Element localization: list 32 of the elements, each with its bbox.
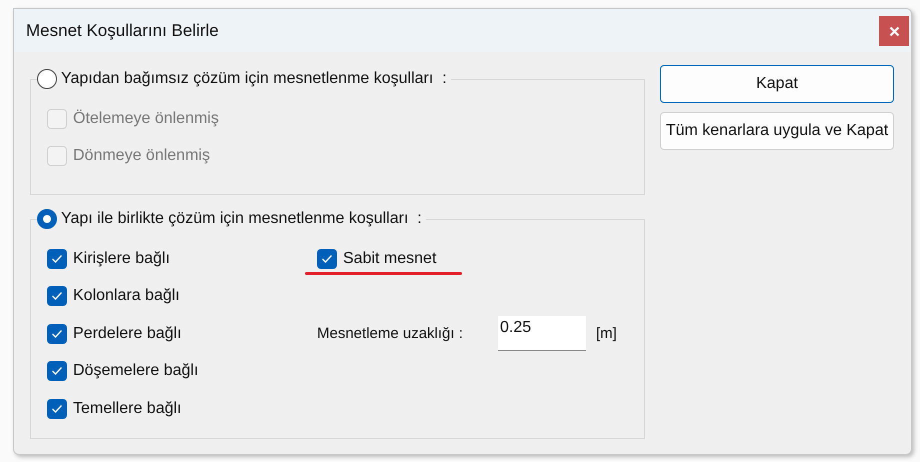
checkbox[interactable] <box>317 248 337 269</box>
window-title: Mesnet Koşullarını Belirle <box>26 20 219 40</box>
radio-button[interactable] <box>37 69 57 89</box>
check-icon <box>51 328 63 339</box>
field-label: Mesnetleme uzaklığı : <box>317 325 464 342</box>
checkbox-label: Dönmeye önlenmiş <box>73 147 210 166</box>
checkbox[interactable] <box>47 286 67 306</box>
check-icon <box>51 254 63 264</box>
checkbox[interactable] <box>47 248 67 269</box>
radio-button[interactable] <box>37 209 57 229</box>
checkbox-label: Kirişlere bağlı <box>73 250 170 268</box>
close-button[interactable] <box>879 16 909 46</box>
check-icon <box>321 254 333 264</box>
checkbox-label: Sabit mesnet <box>343 250 436 268</box>
checkbox[interactable] <box>47 398 67 419</box>
dialog-button[interactable]: Tüm kenarlara uygula ve Kapat <box>660 112 894 150</box>
distance-input-field[interactable]: 0.25 <box>498 316 586 352</box>
checkbox-label: Kolonlara bağlı <box>73 287 180 306</box>
checkbox-label: Temellere bağlı <box>73 400 182 418</box>
radio-label: Yapı ile birlikte çözüm için mesnetlenme koşulları : <box>61 210 422 228</box>
dialog-button[interactable]: Kapat <box>660 65 894 103</box>
checkbox-label: Perdelere bağlı <box>73 324 182 343</box>
check-icon <box>51 404 63 414</box>
radio-label: Yapıdan bağımsız çözüm için mesnetlenme koşulları : <box>61 70 447 88</box>
close-icon <box>888 26 900 36</box>
checkbox[interactable] <box>47 361 67 382</box>
checkbox-label: Döşemelere bağlı <box>73 362 198 380</box>
unit-label: [m] <box>596 325 617 342</box>
checkbox[interactable] <box>47 324 67 344</box>
checkbox-label: Ötelemeye önlenmiş <box>73 110 219 128</box>
check-icon <box>51 291 63 302</box>
check-icon <box>51 366 63 376</box>
